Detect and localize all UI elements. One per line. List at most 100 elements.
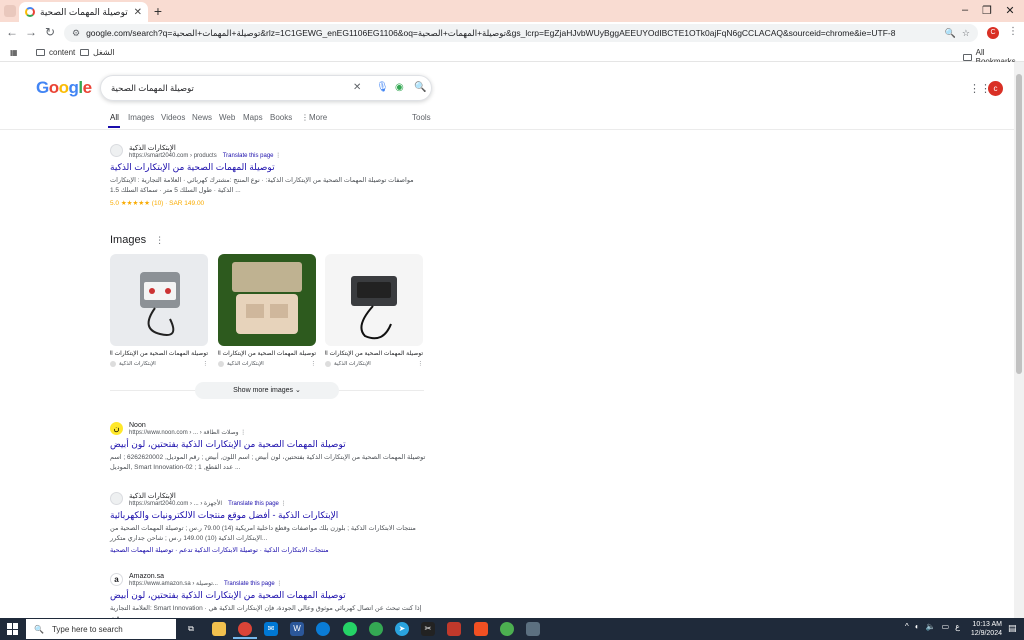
- browser-toolbar: ← → ↻ ⚙ google.com/search?q=توصيلة+المهم…: [0, 22, 1024, 44]
- address-bar[interactable]: ⚙ google.com/search?q=توصيلة+المهمات+الص…: [64, 24, 978, 42]
- tools-button[interactable]: Tools: [412, 113, 431, 122]
- url-text: google.com/search?q=توصيلة+المهمات+الصحي…: [86, 27, 896, 38]
- result-sitelinks[interactable]: منتجات الابتكارات الذكية · توصيلة الابتك…: [110, 546, 430, 554]
- telegram-icon[interactable]: ➤: [395, 622, 409, 636]
- chrome-icon[interactable]: [238, 622, 252, 636]
- lens-icon[interactable]: ◉: [395, 82, 404, 93]
- bookmark-work[interactable]: الشغل: [80, 48, 115, 57]
- image-menu-icon[interactable]: ⋮: [311, 361, 317, 367]
- tabs-divider: [0, 129, 1014, 130]
- minimize-icon[interactable]: –: [958, 4, 972, 16]
- windows-start-icon[interactable]: [7, 623, 19, 635]
- site-favicon-icon: [110, 144, 123, 157]
- tab-web[interactable]: Web: [219, 113, 235, 122]
- image-result[interactable]: توصيلة المهمات الصحية من الإبتكارات الذ.…: [218, 254, 316, 367]
- search-box[interactable]: توصيلة المهمات الصحية ✕ 🎙 ◉ 🔍: [100, 75, 432, 101]
- microphone-icon[interactable]: 🎙: [376, 82, 389, 93]
- folder-icon: [963, 53, 972, 61]
- mail-icon[interactable]: ✉: [264, 622, 278, 636]
- result-url[interactable]: https://smart2040.com › ... › الأجهزة: [129, 501, 222, 507]
- file-explorer-icon[interactable]: [212, 622, 226, 636]
- apps-grid-icon[interactable]: ▦: [10, 48, 18, 57]
- battery-icon[interactable]: ▭: [942, 622, 950, 631]
- language-indicator[interactable]: ع: [955, 622, 960, 631]
- taskbar-search[interactable]: 🔍 Type here to search: [26, 619, 176, 639]
- xbox-icon[interactable]: [500, 622, 514, 636]
- chrome-profile-icon[interactable]: [369, 622, 383, 636]
- forward-icon[interactable]: →: [23, 25, 39, 39]
- result-title-link[interactable]: توصيلة المهمات الصحية من الإبتكارات الذك…: [110, 162, 430, 173]
- image-source: الإبتكارات الذكية: [119, 361, 156, 367]
- search-icon[interactable]: 🔍: [414, 82, 426, 93]
- socket-image-icon: [232, 262, 302, 334]
- translate-link[interactable]: Translate this page: [228, 501, 279, 507]
- chevron-up-icon[interactable]: ^: [905, 622, 909, 631]
- tab-maps[interactable]: Maps: [243, 113, 263, 122]
- image-menu-icon[interactable]: ⋮: [418, 361, 424, 367]
- image-menu-icon[interactable]: ⋮: [203, 361, 209, 367]
- restore-icon[interactable]: ❐: [980, 4, 994, 17]
- image-thumbnail[interactable]: [325, 254, 423, 346]
- network-icon[interactable]: ◐: [915, 622, 920, 631]
- result-menu-icon[interactable]: ⋮: [281, 501, 287, 507]
- result-menu-icon[interactable]: ⋮: [240, 430, 246, 436]
- tab-images[interactable]: Images: [128, 113, 154, 122]
- scrollbar-thumb[interactable]: [1016, 74, 1022, 374]
- tab-news[interactable]: News: [192, 113, 212, 122]
- image-result[interactable]: توصيلة المهمات الصحية من الإبتكارات الذ.…: [110, 254, 208, 367]
- notifications-icon[interactable]: ▤: [1008, 623, 1017, 634]
- calculator-icon[interactable]: [526, 622, 540, 636]
- chrome-profile-avatar[interactable]: C: [987, 27, 999, 39]
- chrome-menu-icon[interactable]: ⋮: [1008, 26, 1018, 37]
- store-icon[interactable]: [474, 622, 488, 636]
- bookmark-content[interactable]: content: [36, 48, 75, 57]
- browser-tab[interactable]: توصيلة المهمات الصحية - Search ✕: [19, 2, 148, 22]
- translate-link[interactable]: Translate this page: [223, 153, 274, 159]
- result-menu-icon[interactable]: ⋮: [275, 153, 281, 159]
- result-rating: 5.0 ★★★★★ (10) · SAR 149.00: [110, 199, 430, 209]
- tab-close-icon[interactable]: ✕: [134, 7, 142, 18]
- result-site-name: الإبتكارات الذكية: [129, 493, 176, 500]
- result-url[interactable]: https://www.amazon.sa › توصيلة...: [129, 581, 218, 587]
- result-url[interactable]: https://smart2040.com › products: [129, 153, 217, 159]
- show-more-images-button[interactable]: Show more images ⌄: [195, 382, 339, 399]
- result-snippet: العلامة التجارية: Smart Innovation · إذا…: [110, 605, 422, 618]
- result-title-link[interactable]: توصيلة المهمات الصحية من الإبتكارات الذك…: [110, 439, 430, 450]
- taskbar-clock[interactable]: 10:13 AM 12/9/2024: [962, 620, 1002, 638]
- close-window-icon[interactable]: ✕: [1003, 4, 1017, 17]
- word-icon[interactable]: W: [290, 622, 304, 636]
- tab-all[interactable]: All: [110, 113, 119, 122]
- tab-search-button[interactable]: [4, 5, 16, 17]
- tab-more[interactable]: More: [309, 113, 327, 122]
- edge-icon[interactable]: [316, 622, 330, 636]
- back-icon[interactable]: ←: [4, 25, 20, 39]
- result-menu-icon[interactable]: ⋮: [276, 581, 282, 587]
- clear-icon[interactable]: ✕: [353, 82, 361, 93]
- tab-videos[interactable]: Videos: [161, 113, 185, 122]
- bookmark-star-icon[interactable]: ☆: [962, 28, 970, 39]
- image-result[interactable]: توصيلة المهمات الصحية من الإبتكارات الذ.…: [325, 254, 423, 367]
- new-tab-button[interactable]: +: [150, 3, 166, 19]
- images-menu-icon[interactable]: ⋮: [155, 235, 164, 245]
- result-title-link[interactable]: الإبتكارات الذكية - أفضل موقع منتجات الا…: [110, 510, 430, 521]
- google-favicon-icon: [25, 7, 35, 17]
- result-url[interactable]: https://www.noon.com › ... › وصلات الطاق…: [129, 430, 239, 436]
- tab-books[interactable]: Books: [270, 113, 292, 122]
- search-input[interactable]: توصيلة المهمات الصحية: [111, 83, 194, 94]
- zoom-icon[interactable]: 🔍: [945, 28, 956, 39]
- reload-icon[interactable]: ↻: [42, 25, 58, 39]
- translate-link[interactable]: Translate this page: [224, 581, 275, 587]
- page-scrollbar[interactable]: [1014, 62, 1024, 618]
- task-view-icon[interactable]: ⧉: [184, 622, 198, 636]
- image-thumbnail[interactable]: [110, 254, 208, 346]
- site-info-icon[interactable]: ⚙: [72, 28, 80, 39]
- account-avatar[interactable]: c: [988, 81, 1003, 96]
- google-logo[interactable]: Google: [36, 78, 92, 98]
- chevron-down-icon: ⌄: [295, 387, 301, 394]
- capcut-icon[interactable]: ✂: [421, 622, 435, 636]
- result-title-link[interactable]: توصيلة المهمات الصحية من الإبتكارات الذك…: [110, 590, 430, 601]
- whatsapp-icon[interactable]: [343, 622, 357, 636]
- image-thumbnail[interactable]: [218, 254, 316, 346]
- app-icon[interactable]: [447, 622, 461, 636]
- volume-icon[interactable]: 🔈: [926, 622, 936, 631]
